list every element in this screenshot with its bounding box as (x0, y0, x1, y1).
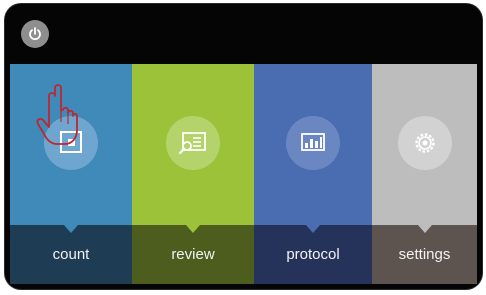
gear-icon (414, 133, 435, 153)
device-screen: count review protocol settings (5, 4, 482, 289)
review-icon (178, 132, 206, 155)
menu-tiles: count review protocol settings (10, 64, 477, 284)
review-tile[interactable]: review (132, 64, 254, 284)
protocol-label: protocol (286, 246, 340, 263)
settings-label: settings (398, 246, 451, 263)
power-button[interactable] (21, 20, 49, 48)
protocol-tile[interactable]: protocol (254, 64, 372, 284)
chart-icon (301, 133, 325, 151)
power-icon (29, 27, 41, 41)
top-bar (5, 4, 482, 64)
hand-pointer-icon (36, 84, 78, 145)
settings-icon-circle (397, 116, 452, 170)
settings-tile[interactable]: settings (372, 64, 477, 284)
count-label: count (52, 246, 90, 263)
review-icon-circle (166, 116, 220, 170)
protocol-icon-circle (286, 116, 340, 170)
review-label: review (171, 246, 215, 263)
